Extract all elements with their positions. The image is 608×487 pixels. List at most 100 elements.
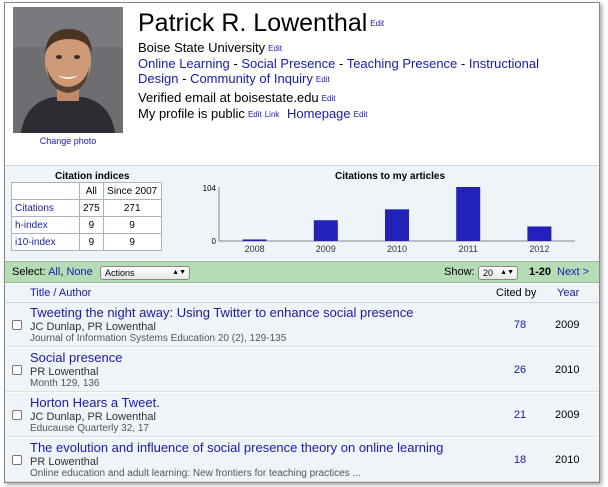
table-cell: 9 (102, 216, 162, 234)
article-authors: PR Lowenthal (30, 366, 99, 378)
chart-bar[interactable] (242, 239, 267, 241)
table-header-cell: All (79, 182, 104, 200)
interest-separator: - (182, 71, 187, 86)
edit-email-link[interactable]: Edit (322, 94, 336, 103)
chart-bar[interactable] (313, 220, 338, 241)
article-year: 2010 (555, 364, 580, 376)
article-venue: Month 129, 136 (30, 378, 100, 389)
sort-title-author-link[interactable]: Title / Author (30, 287, 91, 299)
select-none-link[interactable]: None (66, 266, 92, 278)
article-row: Horton Hears a Tweet. JC Dunlap, PR Lowe… (5, 393, 599, 437)
profile-photo[interactable] (13, 7, 123, 133)
actions-dropdown-label: Actions (105, 268, 135, 278)
cited-by-header: Cited by (496, 287, 537, 299)
article-authors: JC Dunlap, PR Lowenthal (30, 321, 156, 333)
change-photo-link[interactable]: Change photo (13, 136, 123, 146)
interest-link[interactable]: Social Presence (241, 56, 335, 71)
select-controls: Select: All, None (12, 266, 93, 278)
interest-link[interactable]: Online Learning (138, 56, 230, 71)
cited-by-link[interactable]: 21 (505, 409, 535, 421)
table-header-row: All Since 2007 (11, 182, 162, 200)
profile-link-link[interactable]: Link (265, 110, 280, 119)
y-tick-label: 0 (212, 237, 217, 246)
table-row: Citations 275 271 (11, 199, 162, 217)
verified-email-text: Verified email at boisestate.edu (138, 90, 319, 105)
y-tick-label: 104 (203, 184, 217, 193)
article-title-link[interactable]: Tweeting the night away: Using Twitter t… (30, 305, 413, 320)
article-checkbox[interactable] (12, 455, 22, 465)
cited-by-link[interactable]: 78 (505, 319, 535, 331)
affiliation-row: Boise State University Edit (138, 40, 282, 57)
edit-name-link[interactable]: Edit (370, 19, 384, 28)
page-size-value: 20 (483, 268, 494, 278)
page-size-dropdown[interactable]: 20 ▲▼ (478, 266, 518, 280)
chart-bar[interactable] (456, 187, 481, 241)
articles-header-row: Title / Author Cited by Year (5, 284, 599, 303)
article-title-link[interactable]: The evolution and influence of social pr… (30, 440, 443, 455)
profile-name: Patrick R. Lowenthal (138, 9, 368, 37)
article-checkbox[interactable] (12, 320, 22, 330)
interest-separator: - (338, 56, 344, 71)
citation-indices-table: All Since 2007 Citations 275 271 h-index… (11, 182, 162, 251)
interests-row: Online Learning - Social Presence - Teac… (138, 56, 578, 87)
show-label: Show: (444, 266, 475, 278)
x-tick-label: 2010 (387, 244, 407, 254)
article-checkbox[interactable] (12, 410, 22, 420)
affiliation-text: Boise State University (138, 40, 266, 55)
table-cell: 9 (102, 233, 162, 251)
sort-year-link[interactable]: Year (557, 287, 579, 299)
table-cell: 9 (79, 233, 104, 251)
article-year: 2009 (555, 409, 580, 421)
article-row: Tweeting the night away: Using Twitter t… (5, 303, 599, 347)
citations-link[interactable]: Citations (11, 199, 80, 217)
next-page-link[interactable]: Next > (557, 266, 589, 278)
article-venue: Online education and adult learning: New… (30, 468, 361, 479)
interest-separator: - (460, 56, 466, 71)
x-tick-label: 2011 (459, 244, 478, 254)
cited-by-link[interactable]: 18 (505, 454, 535, 466)
result-range: 1-20 (529, 266, 552, 278)
interest-link[interactable]: Community of Inquiry (190, 71, 313, 86)
i10-index-link[interactable]: i10-index (11, 233, 80, 251)
interest-separator: - (233, 56, 238, 71)
profile-name-row: Patrick R. Lowenthal Edit (138, 7, 384, 40)
article-title-link[interactable]: Horton Hears a Tweet. (30, 395, 160, 410)
article-year: 2010 (555, 454, 580, 466)
citation-indices-title: Citation indices (55, 171, 130, 182)
article-venue: Journal of Information Systems Education… (30, 333, 287, 344)
edit-homepage-link[interactable]: Edit (354, 110, 368, 119)
table-header-cell: Since 2007 (102, 182, 162, 200)
updown-arrow-icon: ▲▼ (172, 269, 186, 276)
table-row: i10-index 9 9 (11, 233, 162, 251)
edit-affiliation-link[interactable]: Edit (268, 44, 282, 53)
article-row: The evolution and influence of social pr… (5, 438, 599, 482)
edit-visibility-link[interactable]: Edit (248, 110, 262, 119)
chart-bar[interactable] (527, 226, 552, 241)
article-checkbox[interactable] (12, 365, 22, 375)
scholar-profile-window: Change photo Patrick R. Lowenthal Edit Bo… (4, 2, 600, 483)
citations-bar-chart: 104 0 2008 2009 2010 2011 2012 (203, 184, 575, 254)
select-label: Select: (12, 266, 46, 278)
select-all-link[interactable]: All (48, 266, 60, 278)
updown-arrow-icon: ▲▼ (500, 269, 514, 276)
article-authors: PR Lowenthal (30, 456, 99, 468)
article-title-link[interactable]: Social presence (30, 350, 123, 365)
email-row: Verified email at boisestate.edu Edit (138, 90, 335, 107)
x-tick-label: 2008 (245, 244, 265, 254)
table-header-cell (11, 182, 80, 200)
edit-interests-link[interactable]: Edit (316, 75, 330, 84)
article-authors: JC Dunlap, PR Lowenthal (30, 411, 156, 423)
article-venue: Educause Quarterly 32, 17 (30, 423, 149, 434)
cited-by-link[interactable]: 26 (505, 364, 535, 376)
h-index-link[interactable]: h-index (11, 216, 80, 234)
profile-public-text: My profile is public (138, 106, 245, 121)
portrait-image (13, 7, 123, 133)
article-row: Social presence PR Lowenthal Month 129, … (5, 348, 599, 392)
interest-link[interactable]: Teaching Presence (347, 56, 458, 71)
chart-bar[interactable] (385, 209, 409, 241)
visibility-row: My profile is public Edit Link Homepage Edi… (138, 106, 367, 123)
article-year: 2009 (555, 319, 580, 331)
actions-dropdown[interactable]: Actions ▲▼ (100, 266, 190, 280)
table-row: h-index 9 9 (11, 216, 162, 234)
homepage-link[interactable]: Homepage (287, 106, 351, 121)
